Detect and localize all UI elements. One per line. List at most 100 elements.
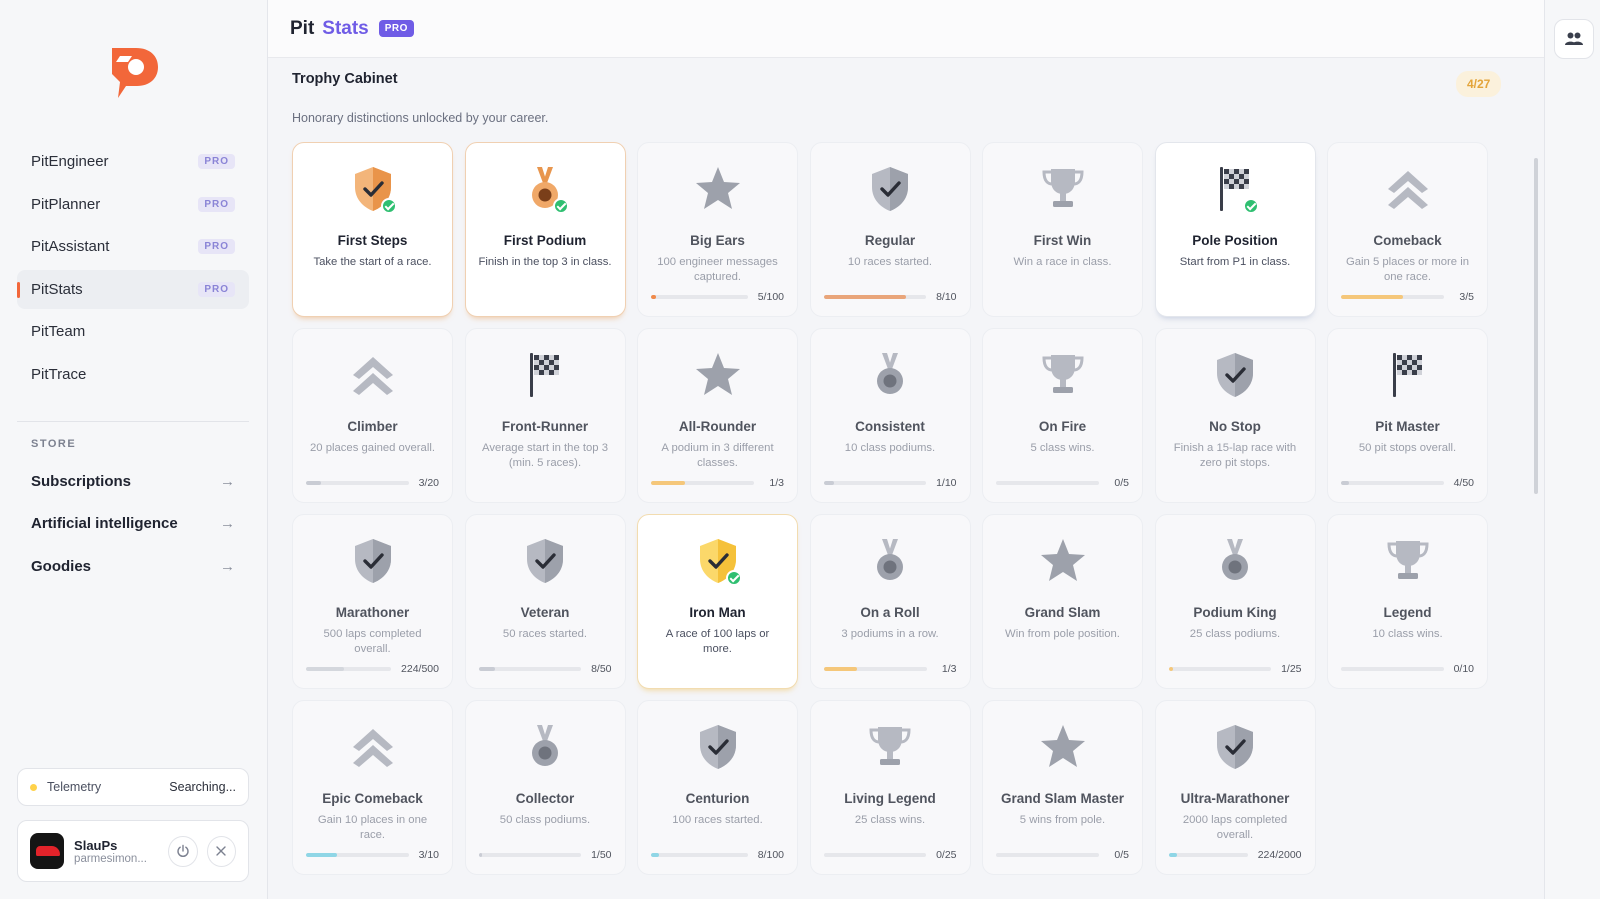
- trophy-title: Front-Runner: [501, 419, 589, 434]
- trophy-card-podium-king[interactable]: Podium King 25 class podiums. 1/25: [1154, 514, 1316, 689]
- sidebar-item-pitplanner[interactable]: PitPlanner PRO: [17, 185, 249, 224]
- trophy-card-big-ears[interactable]: Big Ears 100 engineer messages captured. 5…: [637, 142, 798, 317]
- trophy-description: 3 podiums in a row.: [841, 628, 939, 640]
- progress-label: 224/2000: [1257, 849, 1302, 861]
- sidebar: PitEngineer PRO PitPlanner PRO PitAssistant P…: [0, 0, 268, 899]
- user-info: SlauPs parmesimon...: [74, 838, 159, 865]
- trophy-card-living-legend[interactable]: Living Legend 25 class wins. 0/25: [809, 700, 971, 875]
- progress-fill: [1168, 853, 1178, 857]
- sidebar-item-label: PitAssistant: [31, 238, 110, 255]
- trophy-card-consistent[interactable]: Consistent 10 class podiums. 1/10: [809, 328, 971, 503]
- avatar[interactable]: [30, 833, 65, 869]
- trophy-card-legend[interactable]: Legend 10 class wins. 0/10: [1327, 514, 1488, 689]
- trophy-card-veteran[interactable]: Veteran 50 races started. 8/50: [464, 514, 626, 689]
- app-logo[interactable]: [106, 44, 162, 100]
- power-icon: [177, 844, 189, 858]
- trophy-card-iron-man[interactable]: Iron Man A race of 100 laps or more.: [637, 514, 798, 689]
- trophy-description: Start from P1 in class.: [1179, 256, 1291, 268]
- trophy-card-pole-position[interactable]: Pole Position Start from P1 in class.: [1154, 142, 1316, 317]
- trophy-description: Finish a 15-lap race with zero pit stops…: [1173, 442, 1297, 469]
- trophy-card-climber[interactable]: Climber 20 places gained overall. 3/20: [292, 328, 453, 503]
- chevrons-up-icon: [347, 349, 399, 401]
- progress-fill: [478, 853, 482, 857]
- trophy-title: On Fire: [1038, 419, 1087, 434]
- telemetry-state: Searching...: [169, 780, 236, 794]
- shield-check-icon: [347, 535, 399, 587]
- sidebar-item-pitteam[interactable]: PitTeam: [17, 312, 249, 351]
- trophy-card-on-a-roll[interactable]: On a Roll 3 podiums in a row. 1/3: [809, 514, 971, 689]
- scrollbar[interactable]: [1534, 158, 1538, 494]
- status-dot-icon: [30, 783, 37, 791]
- team-button[interactable]: [1554, 19, 1594, 59]
- unlocked-check-icon: [725, 570, 742, 586]
- trophy-card-first-win[interactable]: First Win Win a race in class.: [982, 142, 1143, 317]
- trophy-progress: 1/25: [1168, 662, 1302, 676]
- trophy-card-regular[interactable]: Regular 10 races started. 8/10: [809, 142, 971, 317]
- telemetry-status[interactable]: Telemetry Searching...: [17, 768, 249, 806]
- trophy-title: Veteran: [520, 605, 570, 620]
- sidebar-item-pitstats[interactable]: PitStats PRO: [17, 269, 249, 309]
- trophy-title: Living Legend: [844, 791, 936, 806]
- trophy-progress: 3/5: [1341, 290, 1474, 304]
- progress-bar: [306, 853, 409, 857]
- main-content: Trophy Cabinet 4/27 Honorary distinction…: [268, 58, 1544, 899]
- trophy-card-first-steps[interactable]: First Steps Take the start of a race.: [292, 142, 453, 317]
- progress-bar: [651, 481, 754, 485]
- pro-badge: PRO: [378, 20, 414, 37]
- sidebar-item-pitassistant[interactable]: PitAssistant PRO: [17, 227, 249, 266]
- progress-fill: [306, 853, 337, 857]
- trophy-card-front-runner[interactable]: Front-Runner Average start in the top 3 (…: [464, 328, 626, 503]
- progress-bar: [651, 295, 748, 299]
- trophy-card-epic-comeback[interactable]: Epic Comeback Gain 10 places in one race.…: [292, 700, 453, 875]
- progress-fill: [1168, 667, 1173, 671]
- trophy-card-on-fire[interactable]: On Fire 5 class wins. 0/5: [982, 328, 1143, 503]
- trophy-progress: 224/500: [306, 662, 439, 676]
- shield-check-icon: [347, 163, 399, 215]
- trophy-card-pit-master[interactable]: Pit Master 50 pit stops overall. 4/50: [1327, 328, 1488, 503]
- trophy-card-first-podium[interactable]: First Podium Finish in the top 3 in class…: [464, 142, 626, 317]
- trophy-progress: 0/25: [823, 848, 957, 862]
- store-item-label: Goodies: [31, 557, 92, 575]
- trophy-card-marathoner[interactable]: Marathoner 500 laps completed overall. 224…: [292, 514, 453, 689]
- close-button[interactable]: [206, 835, 236, 867]
- progress-fill: [306, 667, 345, 671]
- star-icon: [692, 349, 744, 401]
- trophy-title: Climber: [347, 419, 398, 434]
- trophy-card-centurion[interactable]: Centurion 100 races started. 8/100: [637, 700, 798, 875]
- trophy-description: 100 races started.: [672, 814, 763, 826]
- user-email: parmesimon...: [74, 852, 147, 865]
- trophy-description: A podium in 3 different classes.: [661, 442, 774, 469]
- trophy-progress: 1/50: [478, 848, 612, 862]
- power-button[interactable]: [168, 835, 198, 867]
- progress-label: 3/5: [1459, 291, 1474, 303]
- trophy-card-collector[interactable]: Collector 50 class podiums. 1/50: [464, 700, 626, 875]
- trophy-card-grand-slam[interactable]: Grand Slam Win from pole position.: [982, 514, 1143, 689]
- trophy-progress: 224/2000: [1168, 848, 1302, 862]
- store-item-artificial-intelligence[interactable]: Artificial intelligence →: [17, 503, 249, 546]
- trophy-card-grand-slam-master[interactable]: Grand Slam Master 5 wins from pole. 0/5: [982, 700, 1143, 875]
- store-list: Subscriptions → Artificial intelligence → Go…: [17, 460, 249, 588]
- trophy-progress: 4/50: [1341, 476, 1474, 490]
- sidebar-item-pittrace[interactable]: PitTrace: [17, 355, 249, 394]
- trophy-card-ultra-marathoner[interactable]: Ultra-Marathoner 2000 laps completed over…: [1154, 700, 1316, 875]
- brand-stats: Stats: [322, 17, 369, 39]
- store-item-subscriptions[interactable]: Subscriptions →: [17, 460, 249, 503]
- trophy-card-all-rounder[interactable]: All-Rounder A podium in 3 different class…: [637, 328, 798, 503]
- sidebar-divider: [17, 421, 249, 422]
- telemetry-label: Telemetry: [47, 780, 102, 794]
- progress-fill: [306, 481, 322, 485]
- trophy-card-comeback[interactable]: Comeback Gain 5 places or more in one rac…: [1327, 142, 1488, 317]
- shield-check-icon: [1209, 721, 1261, 773]
- sidebar-item-pitengineer[interactable]: PitEngineer PRO: [17, 142, 249, 181]
- medal-icon: [519, 721, 571, 773]
- trophy-title: Grand Slam Master: [1000, 791, 1125, 806]
- star-icon: [692, 163, 744, 215]
- progress-label: 1/3: [941, 663, 957, 675]
- trophy-card-no-stop[interactable]: No Stop Finish a 15-lap race with zero pi…: [1154, 328, 1316, 503]
- trophy-description: 10 class wins.: [1372, 628, 1443, 640]
- trophy-progress: 1/3: [651, 476, 784, 490]
- trophy-title: Regular: [864, 233, 916, 248]
- store-item-goodies[interactable]: Goodies →: [17, 545, 249, 588]
- progress-label: 8/50: [591, 663, 612, 675]
- users-icon: [1565, 32, 1583, 45]
